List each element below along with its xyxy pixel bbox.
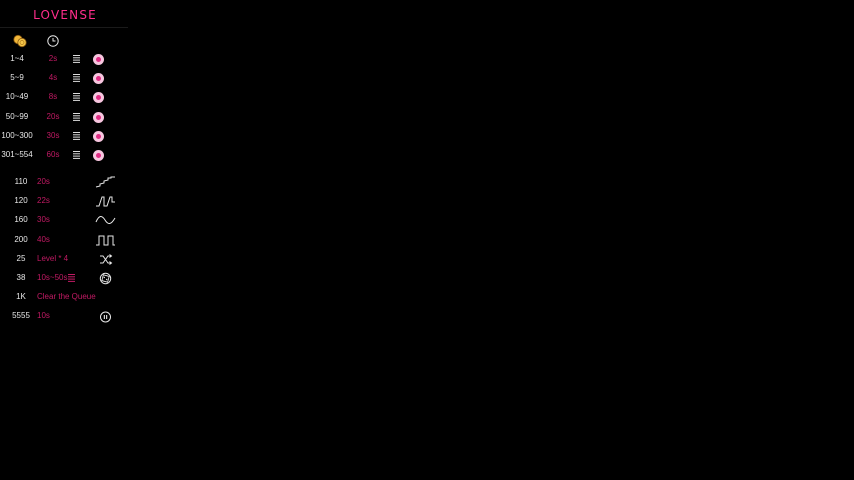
wave-stairs-icon [95, 176, 115, 188]
level-range: 50~99 [5, 111, 29, 121]
level-row: 1~4 2s [0, 51, 130, 67]
command-text: 20s [37, 177, 50, 186]
level-range: 5~9 [10, 73, 24, 83]
vibration-lines-icon [73, 55, 80, 63]
vibration-lines-icon [73, 93, 80, 102]
level-row: 301~554 60s [0, 147, 130, 163]
level-range: 10~49 [5, 92, 29, 102]
tip-amount: 200 [14, 234, 28, 244]
toy-indicator-icon [93, 92, 104, 104]
level-duration: 30s [46, 130, 60, 140]
level-duration: 4s [48, 73, 58, 83]
vibration-lines-icon [73, 74, 80, 83]
lovense-logo: LOVENSE [33, 8, 97, 22]
special-command-row: 1K Clear the Queue [0, 289, 130, 305]
shuffle-icon [100, 253, 113, 265]
command-text: 10s~50s [37, 273, 68, 282]
command-text: Level * 4 [37, 253, 69, 263]
toy-indicator-icon [93, 111, 104, 123]
command-text: 40s [37, 234, 50, 244]
tip-amount: 160 [14, 215, 28, 225]
command-text: Clear the Queue [37, 292, 96, 302]
special-command-row: 120 22s [0, 193, 130, 209]
dice-icon [99, 272, 112, 285]
level-duration: 20s [46, 111, 60, 121]
special-command-row: 160 30s [0, 212, 130, 228]
tip-amount: 1K [16, 292, 26, 302]
tip-amount: 25 [16, 253, 26, 263]
command-text: 30s [37, 215, 50, 225]
level-duration: 60s [46, 150, 60, 159]
tip-amount: 110 [14, 177, 28, 186]
special-command-row: 38 10s~50s [0, 270, 130, 286]
tip-menu-panel: LOVENSE 1~4 2s 5~9 4s 10~49 8s 50~99 20s 100~300… [0, 0, 130, 330]
wave-square-icon [96, 235, 115, 246]
tip-amount: 120 [14, 196, 28, 206]
coins-icon [13, 34, 27, 48]
level-row: 100~300 30s [0, 128, 130, 144]
toy-indicator-icon [93, 130, 104, 142]
special-command-row: 5555 10s [0, 308, 130, 324]
level-range: 100~300 [1, 130, 33, 140]
level-range: 1~4 [10, 54, 24, 63]
command-text: 22s [37, 196, 50, 206]
vibration-lines-icon [73, 151, 80, 159]
toy-indicator-icon [93, 73, 104, 85]
special-command-row: 110 20s [0, 174, 130, 190]
special-command-row: 25 Level * 4 [0, 251, 130, 267]
wave-sine-icon [95, 216, 116, 225]
level-row: 5~9 4s [0, 70, 130, 86]
vibration-lines-icon [68, 274, 75, 282]
clock-icon [47, 35, 59, 47]
command-text: 10s [37, 311, 50, 321]
tip-amount: 38 [16, 273, 26, 282]
header-divider [0, 27, 128, 28]
level-duration: 2s [48, 54, 58, 63]
special-command-row: 200 40s [0, 232, 130, 248]
level-range: 301~554 [1, 150, 33, 159]
level-row: 50~99 20s [0, 109, 130, 125]
vibration-lines-icon [73, 131, 80, 140]
toy-indicator-icon [93, 54, 104, 65]
level-duration: 8s [48, 92, 58, 102]
pause-icon [100, 311, 111, 323]
tip-amount: 5555 [12, 311, 30, 321]
level-row: 10~49 8s [0, 89, 130, 105]
toy-indicator-icon [93, 150, 104, 161]
vibration-lines-icon [73, 112, 80, 121]
wave-pulse-icon [96, 196, 115, 207]
